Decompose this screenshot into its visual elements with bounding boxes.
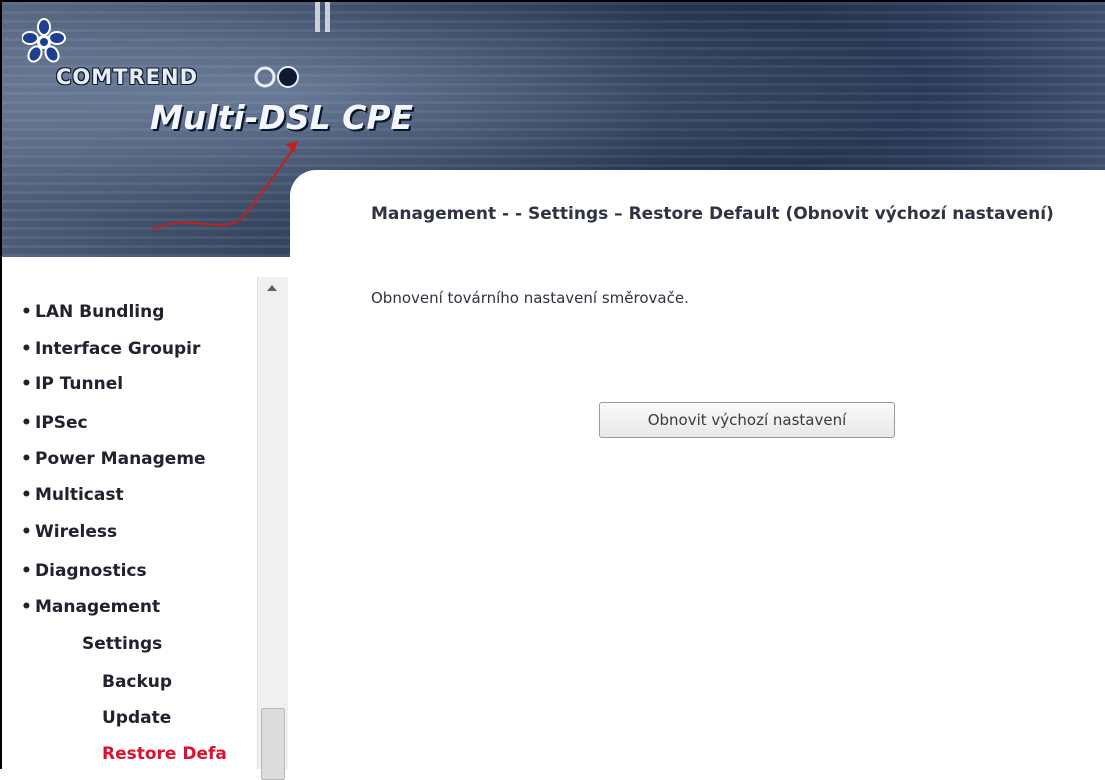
sidebar-item-multicast[interactable]: • Multicast [21,483,259,507]
sidebar-item-management[interactable]: • Management [21,595,259,619]
sidebar-item-update[interactable]: Update [102,706,259,730]
sidebar-item-diagnostics[interactable]: • Diagnostics [21,559,259,583]
page-description: Obnovení továrního nastavení směrovače. [371,289,689,307]
sidebar-item-label: Power Manageme [35,449,206,469]
bullet-icon: • [21,597,32,617]
sidebar-item-ip-tunnel[interactable]: • IP Tunnel [21,372,259,396]
sidebar-item-backup[interactable]: Backup [102,670,259,694]
banner-decor-bar [315,2,320,32]
sidebar-item-restore-default[interactable]: Restore Defa [102,742,259,766]
sidebar-nav: • LAN Bundling • Interface Groupir • IP Tun… [2,257,289,769]
sidebar-item-label: Interface Groupir [35,339,201,359]
restore-default-button[interactable]: Obnovit výchozí nastavení [599,402,895,438]
scrollbar-thumb[interactable] [261,708,285,780]
content-panel [290,170,1105,769]
product-title: Multi-DSL CPE [150,98,414,137]
sidebar-item-lan-bundling[interactable]: • LAN Bundling [21,300,259,324]
sidebar-item-label: IP Tunnel [35,374,124,394]
sidebar-item-label: LAN Bundling [35,302,165,322]
bullet-icon: • [21,374,32,394]
sidebar-item-ipsec[interactable]: • IPSec [21,411,259,435]
sidebar-item-wireless[interactable]: • Wireless [21,520,259,544]
sidebar-item-label: Diagnostics [35,561,147,581]
sidebar-item-label: Multicast [35,485,124,505]
bullet-icon: • [21,302,32,322]
scroll-up-icon[interactable] [267,285,277,291]
sidebar-item-interface-grouping[interactable]: • Interface Groupir [21,337,259,361]
sidebar-item-power-management[interactable]: • Power Manageme [21,447,259,471]
sidebar-item-settings[interactable]: Settings [82,632,259,656]
sidebar-item-label: IPSec [35,413,88,433]
page-title: Management - - Settings – Restore Defaul… [371,204,1054,224]
bullet-icon: • [21,485,32,505]
bullet-icon: • [21,449,32,469]
sidebar-item-label: Management [35,597,161,617]
bullet-icon: • [21,339,32,359]
logo-dots-icon [254,66,299,88]
banner-decor-bar [325,2,330,32]
sidebar-scrollbar[interactable] [257,277,288,780]
sidebar-item-label: Wireless [35,522,118,542]
bullet-icon: • [21,413,32,433]
brand-logo-text: COMTREND [56,65,199,89]
bullet-icon: • [21,561,32,581]
bullet-icon: • [21,522,32,542]
comtrend-logo-icon [22,18,66,63]
